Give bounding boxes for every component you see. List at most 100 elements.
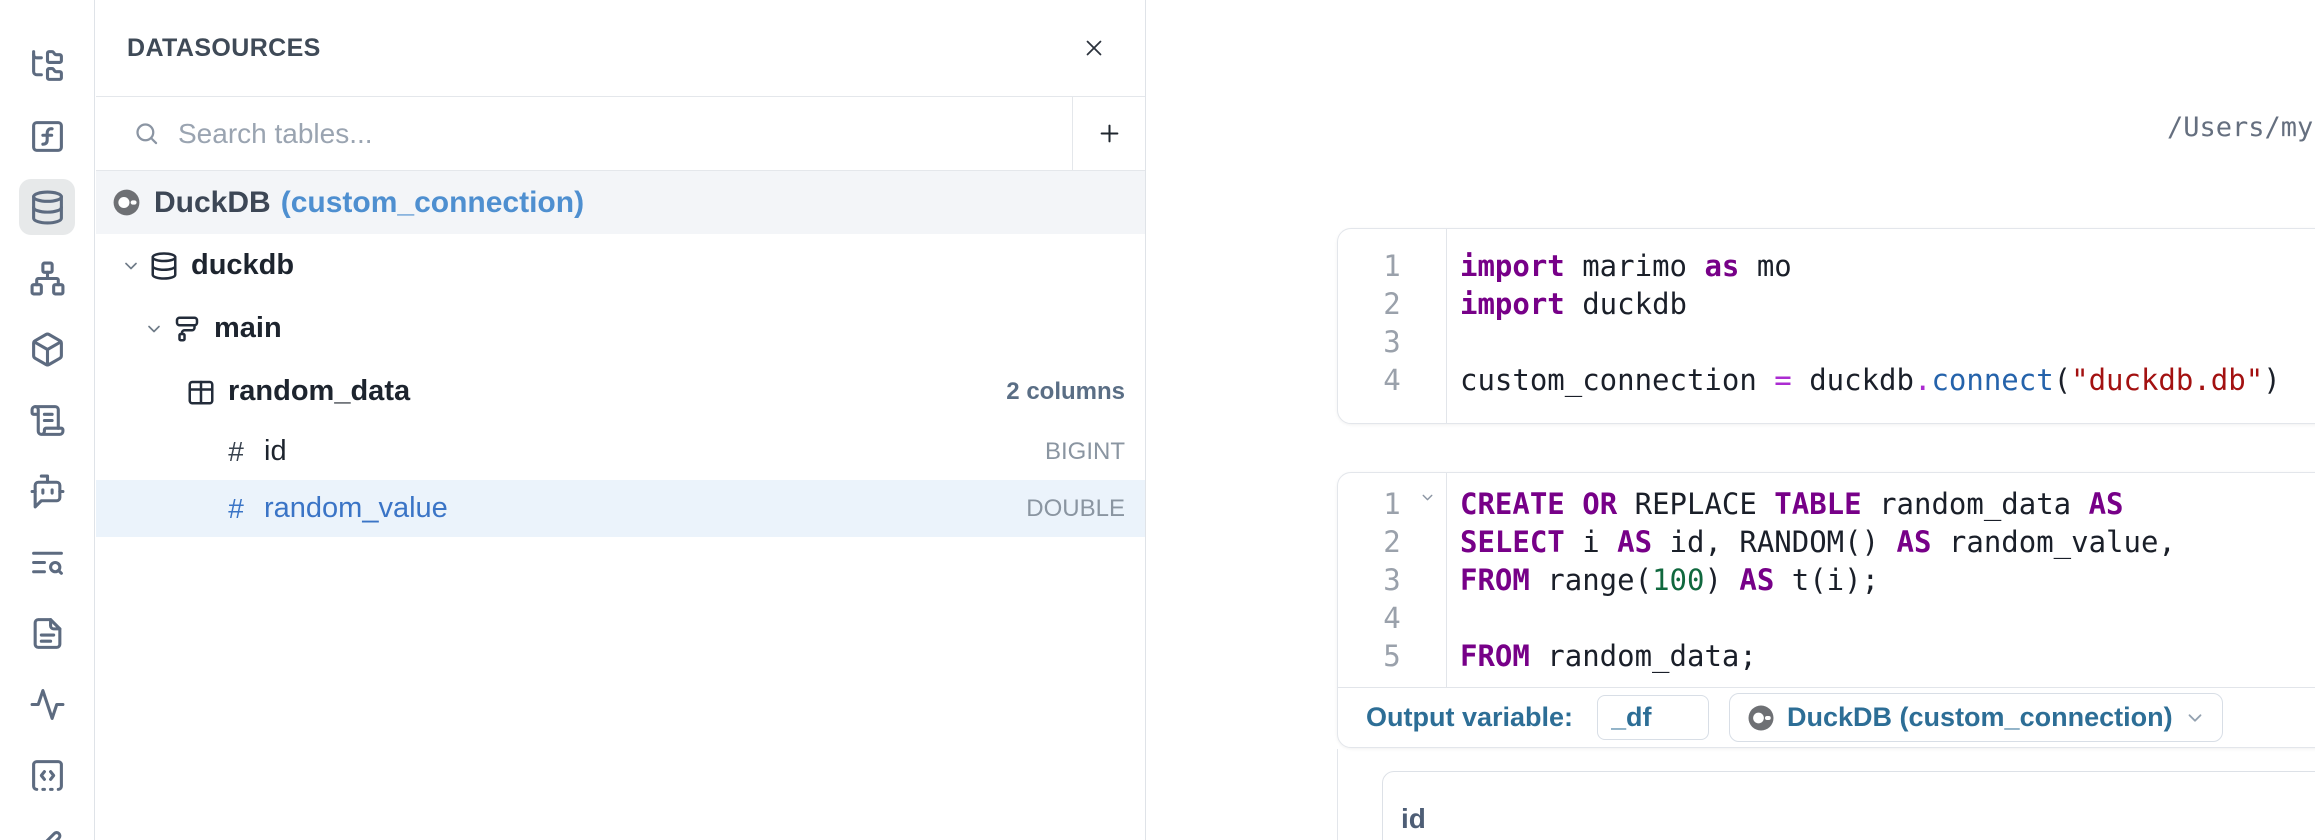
code-line[interactable]: 3FROM range(100) AS t(i); <box>1338 561 2315 599</box>
square-function-icon <box>29 118 66 155</box>
code-line[interactable]: 5FROM random_data; <box>1338 637 2315 675</box>
rail-button-database[interactable] <box>19 179 75 235</box>
code-line[interactable]: 1CREATE OR REPLACE TABLE random_data AS <box>1338 485 2315 523</box>
rail-button-square-dashed-bottom-code[interactable] <box>19 747 75 803</box>
dtype-label: DOUBLE <box>1026 495 1145 523</box>
table-column-header-id[interactable]: id <box>1401 803 1426 835</box>
python-editor[interactable]: 1import marimo as mo2import duckdb34cust… <box>1338 229 2315 423</box>
table-icon <box>186 377 216 407</box>
tree-label: random_data <box>228 375 410 408</box>
sticky-note-text-icon <box>29 615 66 652</box>
search-icon <box>133 120 160 147</box>
rail-button-scroll-text[interactable] <box>19 392 75 448</box>
connection-name-link[interactable]: (custom_connection) <box>281 186 584 220</box>
output-variable-input[interactable] <box>1597 695 1709 740</box>
code-cell-sql[interactable]: 1CREATE OR REPLACE TABLE random_data AS2… <box>1337 472 2315 748</box>
line-number: 2 <box>1338 285 1446 323</box>
network-icon <box>29 260 66 297</box>
square-dashed-bottom-code-icon <box>29 757 66 794</box>
rail-button-network[interactable] <box>19 250 75 306</box>
line-number: 3 <box>1338 323 1446 361</box>
helper-panel-rail <box>0 0 95 840</box>
datasource-tree: duckdbmainrandom_data2 columns#idBIGINT#… <box>96 234 1145 537</box>
dtype-label: BIGINT <box>1045 438 1145 466</box>
code-line[interactable]: 2import duckdb <box>1338 285 2315 323</box>
line-number: 3 <box>1338 561 1446 599</box>
database-icon <box>149 251 179 281</box>
rail-button-pen-line[interactable] <box>19 818 75 840</box>
output-left-border <box>1337 749 1338 840</box>
sql-cell-footer: Output variable: DuckDB (custom_connecti… <box>1338 688 2315 747</box>
rail-button-folder-tree[interactable] <box>19 37 75 93</box>
table-icon <box>186 377 216 407</box>
code-line[interactable]: 4custom_connection = duckdb.connect("duc… <box>1338 361 2315 399</box>
text-search-icon <box>29 544 66 581</box>
tree-label: main <box>214 312 282 345</box>
activity-icon <box>29 686 66 723</box>
schema-icon <box>172 314 202 344</box>
tree-row-id[interactable]: # id BIGINT <box>96 423 1145 480</box>
tree-row-random_data[interactable]: random_data 2 columns <box>96 360 1145 423</box>
code-line[interactable]: 2SELECT i AS id, RANDOM() AS random_valu… <box>1338 523 2315 561</box>
rail-button-sticky-note-text[interactable] <box>19 605 75 661</box>
hash-icon: # <box>224 493 248 525</box>
notebook-area: /Users/my 1import marimo as mo2import du… <box>1147 0 2315 840</box>
tree-row-main[interactable]: main <box>96 297 1145 360</box>
chevron-down-icon <box>144 319 164 339</box>
duckdb-logo-icon <box>1746 703 1776 733</box>
tree-label: id <box>264 435 287 468</box>
result-table: id <box>1382 771 2315 840</box>
hash-icon: # <box>224 436 248 468</box>
code-cell-python[interactable]: 1import marimo as mo2import duckdb34cust… <box>1337 228 2315 424</box>
gutter-divider <box>1446 473 1447 687</box>
tree-label: duckdb <box>191 249 294 282</box>
add-datasource-button[interactable] <box>1072 97 1145 170</box>
datasources-panel: DATASOURCES DuckDB (custom_c <box>96 0 1146 840</box>
line-number: 4 <box>1338 599 1446 637</box>
pen-line-icon <box>29 828 66 840</box>
panel-title: DATASOURCES <box>127 34 321 63</box>
box-icon <box>29 331 66 368</box>
rail-button-box[interactable] <box>19 321 75 377</box>
rail-button-bot-message-square[interactable] <box>19 463 75 519</box>
column-count-label: 2 columns <box>1006 378 1145 406</box>
tree-row-random_value[interactable]: # random_value DOUBLE <box>96 480 1145 537</box>
line-number: 5 <box>1338 637 1446 675</box>
line-number: 1 <box>1338 247 1446 285</box>
connection-engine-label: DuckDB <box>154 186 271 220</box>
tree-row-duckdb[interactable]: duckdb <box>96 234 1145 297</box>
plus-icon <box>1096 120 1123 147</box>
schema-icon <box>172 314 202 344</box>
chevron-down-icon <box>2184 707 2206 729</box>
search-input[interactable] <box>178 118 1072 150</box>
chevron-down-icon <box>121 256 141 276</box>
sql-editor[interactable]: 1CREATE OR REPLACE TABLE random_data AS2… <box>1338 473 2315 688</box>
chevron-down-icon <box>1419 489 1436 506</box>
line-number: 1 <box>1338 485 1446 523</box>
database-icon <box>149 251 179 281</box>
code-line[interactable]: 1import marimo as mo <box>1338 247 2315 285</box>
output-variable-label: Output variable: <box>1366 702 1573 733</box>
line-number: 2 <box>1338 523 1446 561</box>
gutter-divider <box>1446 229 1447 423</box>
connection-select-dropdown[interactable]: DuckDB (custom_connection) <box>1729 693 2223 742</box>
code-line[interactable]: 4 <box>1338 599 2315 637</box>
folder-tree-icon <box>29 47 66 84</box>
close-icon <box>1081 35 1107 61</box>
search-field-wrap <box>96 97 1072 170</box>
tree-label: random_value <box>264 492 448 525</box>
code-line[interactable]: 3 <box>1338 323 2315 361</box>
database-icon <box>29 189 66 226</box>
marimo-app: DATASOURCES DuckDB (custom_c <box>0 0 2315 840</box>
search-row <box>96 97 1145 171</box>
rail-button-activity[interactable] <box>19 676 75 732</box>
rail-button-square-function[interactable] <box>19 108 75 164</box>
datasources-header: DATASOURCES <box>96 0 1145 97</box>
connection-row-duckdb[interactable]: DuckDB (custom_connection) <box>96 171 1145 234</box>
rail-button-text-search[interactable] <box>19 534 75 590</box>
chevron-down-icon <box>121 256 141 276</box>
duckdb-logo-icon <box>111 187 142 218</box>
fold-chevron-icon[interactable] <box>1419 489 1436 506</box>
bot-message-square-icon <box>29 473 66 510</box>
close-panel-button[interactable] <box>1081 35 1107 61</box>
